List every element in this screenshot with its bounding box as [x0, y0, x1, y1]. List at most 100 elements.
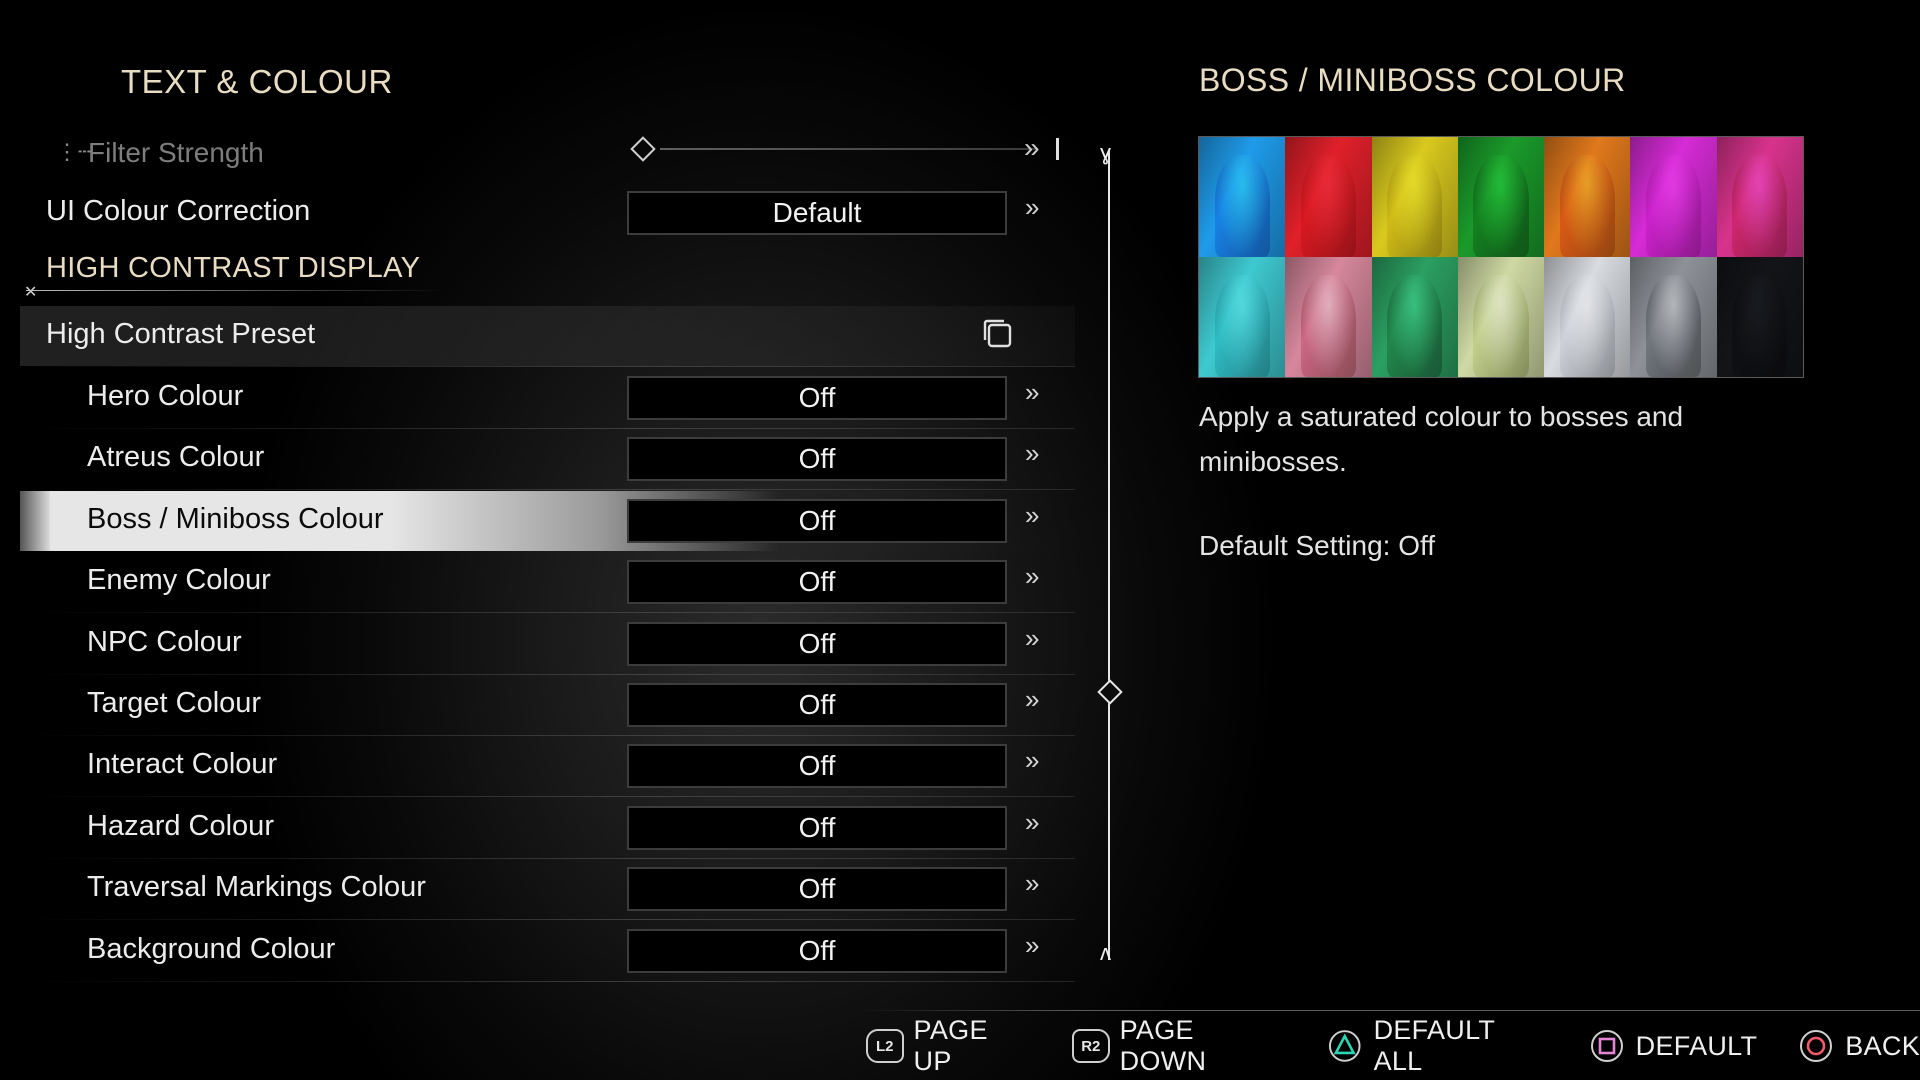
- double-chevron-right-icon[interactable]: »: [1025, 377, 1039, 408]
- high-contrast-display-header: HIGH CONTRAST DISPLAY: [46, 252, 421, 284]
- setting-row[interactable]: Hazard Colour Off »: [20, 798, 1075, 859]
- double-chevron-right-icon[interactable]: »: [1025, 438, 1039, 469]
- setting-row[interactable]: Background Colour Off »: [20, 921, 1075, 982]
- setting-row[interactable]: Hero Colour Off »: [20, 368, 1075, 429]
- setting-label: Boss / Miniboss Colour: [87, 503, 384, 535]
- l2-button-icon: L2: [866, 1029, 904, 1063]
- footer-divider: [860, 1010, 1920, 1011]
- panel-title: BOSS / MINIBOSS COLOUR: [1199, 62, 1626, 98]
- scroll-bottom-cap-icon: ʌ: [1100, 940, 1111, 965]
- triangle-button-icon: [1329, 1030, 1361, 1062]
- colour-swatch: [1285, 257, 1372, 377]
- double-chevron-right-icon[interactable]: »: [1024, 132, 1040, 164]
- page-down-label: PAGE DOWN: [1119, 1015, 1207, 1076]
- scrollbar-thumb[interactable]: [1097, 679, 1123, 705]
- setting-label: Hazard Colour: [87, 810, 274, 842]
- colour-swatch: [1457, 137, 1545, 257]
- setting-value[interactable]: Off: [627, 560, 1007, 604]
- tree-branch-icon: ⋮┄: [56, 140, 92, 165]
- filter-strength-row[interactable]: ⋮┄ Filter Strength »: [56, 132, 1059, 174]
- page-up-label: PAGE UP: [913, 1015, 988, 1076]
- colour-preview-grid: [1198, 136, 1804, 378]
- setting-row[interactable]: Target Colour Off »: [20, 675, 1075, 736]
- default-all-button[interactable]: DEFAULT ALL: [1326, 1015, 1548, 1077]
- setting-value[interactable]: Off: [627, 437, 1007, 481]
- colour-swatch: [1630, 257, 1717, 377]
- setting-value[interactable]: Off: [627, 622, 1007, 666]
- setting-value[interactable]: Off: [627, 929, 1007, 973]
- back-button[interactable]: BACK: [1797, 1029, 1920, 1063]
- colour-swatch: [1544, 257, 1631, 377]
- r2-button-icon: R2: [1072, 1029, 1110, 1063]
- double-chevron-right-icon[interactable]: »: [1025, 500, 1039, 531]
- row-divider: [20, 612, 1075, 613]
- setting-description: Apply a saturated colour to bosses and m…: [1199, 401, 1684, 477]
- square-button-icon: [1590, 1030, 1623, 1062]
- setting-label: Target Colour: [87, 687, 262, 719]
- default-label: DEFAULT: [1635, 1030, 1758, 1061]
- scrollbar-track[interactable]: [1108, 150, 1110, 960]
- colour-swatch: [1716, 137, 1803, 257]
- double-chevron-right-icon[interactable]: »: [1025, 561, 1039, 592]
- section-divider: [26, 290, 446, 291]
- section-title: TEXT & COLOUR: [121, 63, 393, 100]
- setting-value[interactable]: Off: [627, 499, 1007, 543]
- double-chevron-right-icon[interactable]: »: [1025, 684, 1039, 715]
- filter-strength-label: Filter Strength: [88, 137, 264, 168]
- double-chevron-right-icon[interactable]: »: [1025, 930, 1039, 961]
- setting-row[interactable]: Enemy Colour Off »: [20, 552, 1075, 613]
- setting-label: NPC Colour: [87, 626, 242, 658]
- setting-row[interactable]: NPC Colour Off »: [20, 614, 1075, 675]
- ui-colour-correction-label: UI Colour Correction: [46, 195, 311, 227]
- colour-swatch: [1285, 137, 1372, 257]
- colour-swatch: [1457, 257, 1545, 377]
- setting-label: Background Colour: [87, 933, 336, 965]
- footer-button-bar: L2 PAGE UP R2 PAGE DOWN DEFAULT ALL DEFA…: [866, 1015, 1920, 1076]
- setting-value[interactable]: Off: [627, 744, 1007, 788]
- setting-label: Hero Colour: [87, 380, 244, 412]
- double-chevron-right-icon[interactable]: »: [1025, 807, 1039, 838]
- setting-row[interactable]: Interact Colour Off »: [20, 736, 1075, 797]
- setting-row[interactable]: Atreus Colour Off »: [20, 429, 1075, 490]
- copy-icon[interactable]: [982, 318, 1012, 348]
- setting-label: Interact Colour: [87, 748, 278, 780]
- row-divider: [20, 796, 1075, 797]
- section-divider-mark: ✕: [24, 284, 38, 301]
- double-chevron-right-icon[interactable]: »: [1025, 192, 1039, 223]
- double-chevron-right-icon[interactable]: »: [1025, 623, 1039, 654]
- high-contrast-preset-row[interactable]: High Contrast Preset: [20, 306, 1075, 367]
- ui-colour-correction-row[interactable]: UI Colour Correction Default »: [20, 183, 1075, 243]
- setting-value[interactable]: Off: [627, 376, 1007, 420]
- colour-swatch: [1199, 257, 1286, 377]
- colour-swatch: [1199, 137, 1286, 257]
- back-label: BACK: [1845, 1030, 1920, 1061]
- setting-label: Traversal Markings Colour: [87, 871, 426, 903]
- colour-swatch: [1716, 257, 1803, 377]
- high-contrast-preset-label: High Contrast Preset: [46, 318, 316, 350]
- setting-row[interactable]: Boss / Miniboss Colour Off »: [20, 491, 1075, 551]
- colour-swatch: [1630, 137, 1717, 257]
- circle-button-icon: [1800, 1030, 1833, 1062]
- default-all-label: DEFAULT ALL: [1373, 1015, 1495, 1076]
- setting-value[interactable]: Off: [627, 867, 1007, 911]
- setting-value[interactable]: Off: [627, 683, 1007, 727]
- slider-track[interactable]: [660, 148, 1038, 150]
- setting-value[interactable]: Off: [627, 806, 1007, 850]
- page-down-button[interactable]: R2 PAGE DOWN: [1072, 1015, 1286, 1077]
- colour-swatch: [1544, 137, 1631, 257]
- colour-swatch: [1371, 257, 1458, 377]
- setting-row[interactable]: Traversal Markings Colour Off »: [20, 859, 1075, 920]
- default-button[interactable]: DEFAULT: [1588, 1029, 1758, 1063]
- ui-colour-correction-value[interactable]: Default: [627, 191, 1007, 235]
- row-divider: [20, 981, 1075, 982]
- row-divider: [20, 366, 1075, 367]
- colour-swatch: [1371, 137, 1458, 257]
- slider-handle[interactable]: [630, 136, 656, 162]
- double-chevron-right-icon[interactable]: »: [1025, 868, 1039, 899]
- page-up-button[interactable]: L2 PAGE UP: [866, 1015, 1032, 1077]
- setting-label: Enemy Colour: [87, 564, 271, 596]
- slider-end-marker: [1056, 138, 1059, 160]
- row-divider: [20, 489, 1075, 490]
- double-chevron-right-icon[interactable]: »: [1025, 745, 1039, 776]
- row-divider: [20, 919, 1075, 920]
